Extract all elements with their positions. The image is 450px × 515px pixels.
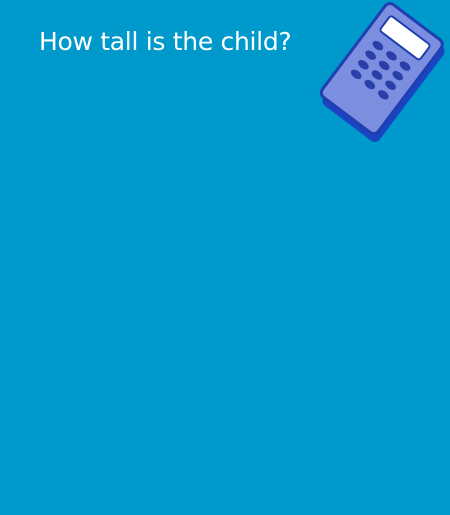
slide-canvas: How tall is the child? — [0, 0, 450, 515]
question-text: How tall is the child? — [39, 27, 292, 56]
calculator-icon — [319, 2, 445, 142]
calculator-body — [319, 2, 444, 136]
